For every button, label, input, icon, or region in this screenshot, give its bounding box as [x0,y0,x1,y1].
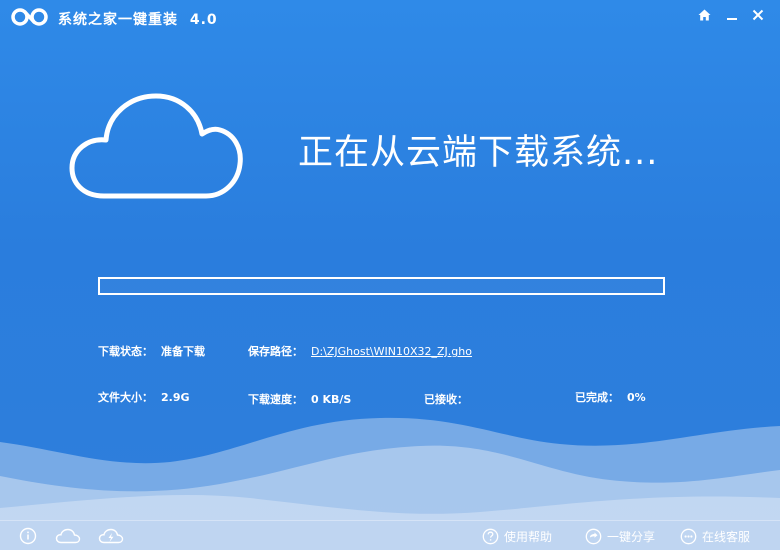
chat-icon [680,528,697,544]
share-label: 一键分享 [607,529,656,544]
cloud-lightning-icon[interactable] [98,527,124,545]
app-title: 系统之家一键重装 4.0 [58,9,218,29]
app-logo-icon [11,8,48,26]
service-label: 在线客服 [702,529,751,544]
help-label: 使用帮助 [504,529,553,544]
download-status: 下载状态： 准备下载 [98,343,205,359]
minimize-button[interactable] [719,4,745,26]
path-label: 保存路径： [248,345,303,358]
title-bar: 系统之家一键重装 4.0 [0,0,780,34]
cloud-outline-icon[interactable] [55,527,81,545]
status-value: 准备下载 [161,345,205,358]
status-label: 下载状态： [98,345,153,358]
home-button[interactable] [691,4,717,26]
app-version: 4.0 [189,12,218,28]
help-link[interactable]: 使用帮助 [482,527,552,545]
save-path-link[interactable]: D:\ZJGhost\WIN10X32_ZJ.gho [311,345,472,358]
home-icon [698,9,710,21]
cloud-icon [69,93,243,199]
share-icon [585,528,602,544]
close-icon [752,9,764,21]
info-icon[interactable] [17,527,39,545]
close-button[interactable] [745,4,771,26]
save-path: 保存路径： D:\ZJGhost\WIN10X32_ZJ.gho [248,343,472,359]
minimize-icon [727,18,737,20]
download-headline: 正在从云端下载系统... [298,133,659,173]
help-icon [482,528,499,544]
share-link[interactable]: 一键分享 [585,527,655,545]
app-name: 系统之家一键重装 [58,12,178,28]
online-service-link[interactable]: 在线客服 [680,527,750,545]
installer-window: 系统之家一键重装 4.0 正在从云端下载系统... 下载状态： 准备下载 保存路… [0,0,780,550]
bottom-bar: 使用帮助 一键分享 在线客服 [0,520,780,550]
download-progress-bar [98,277,665,295]
